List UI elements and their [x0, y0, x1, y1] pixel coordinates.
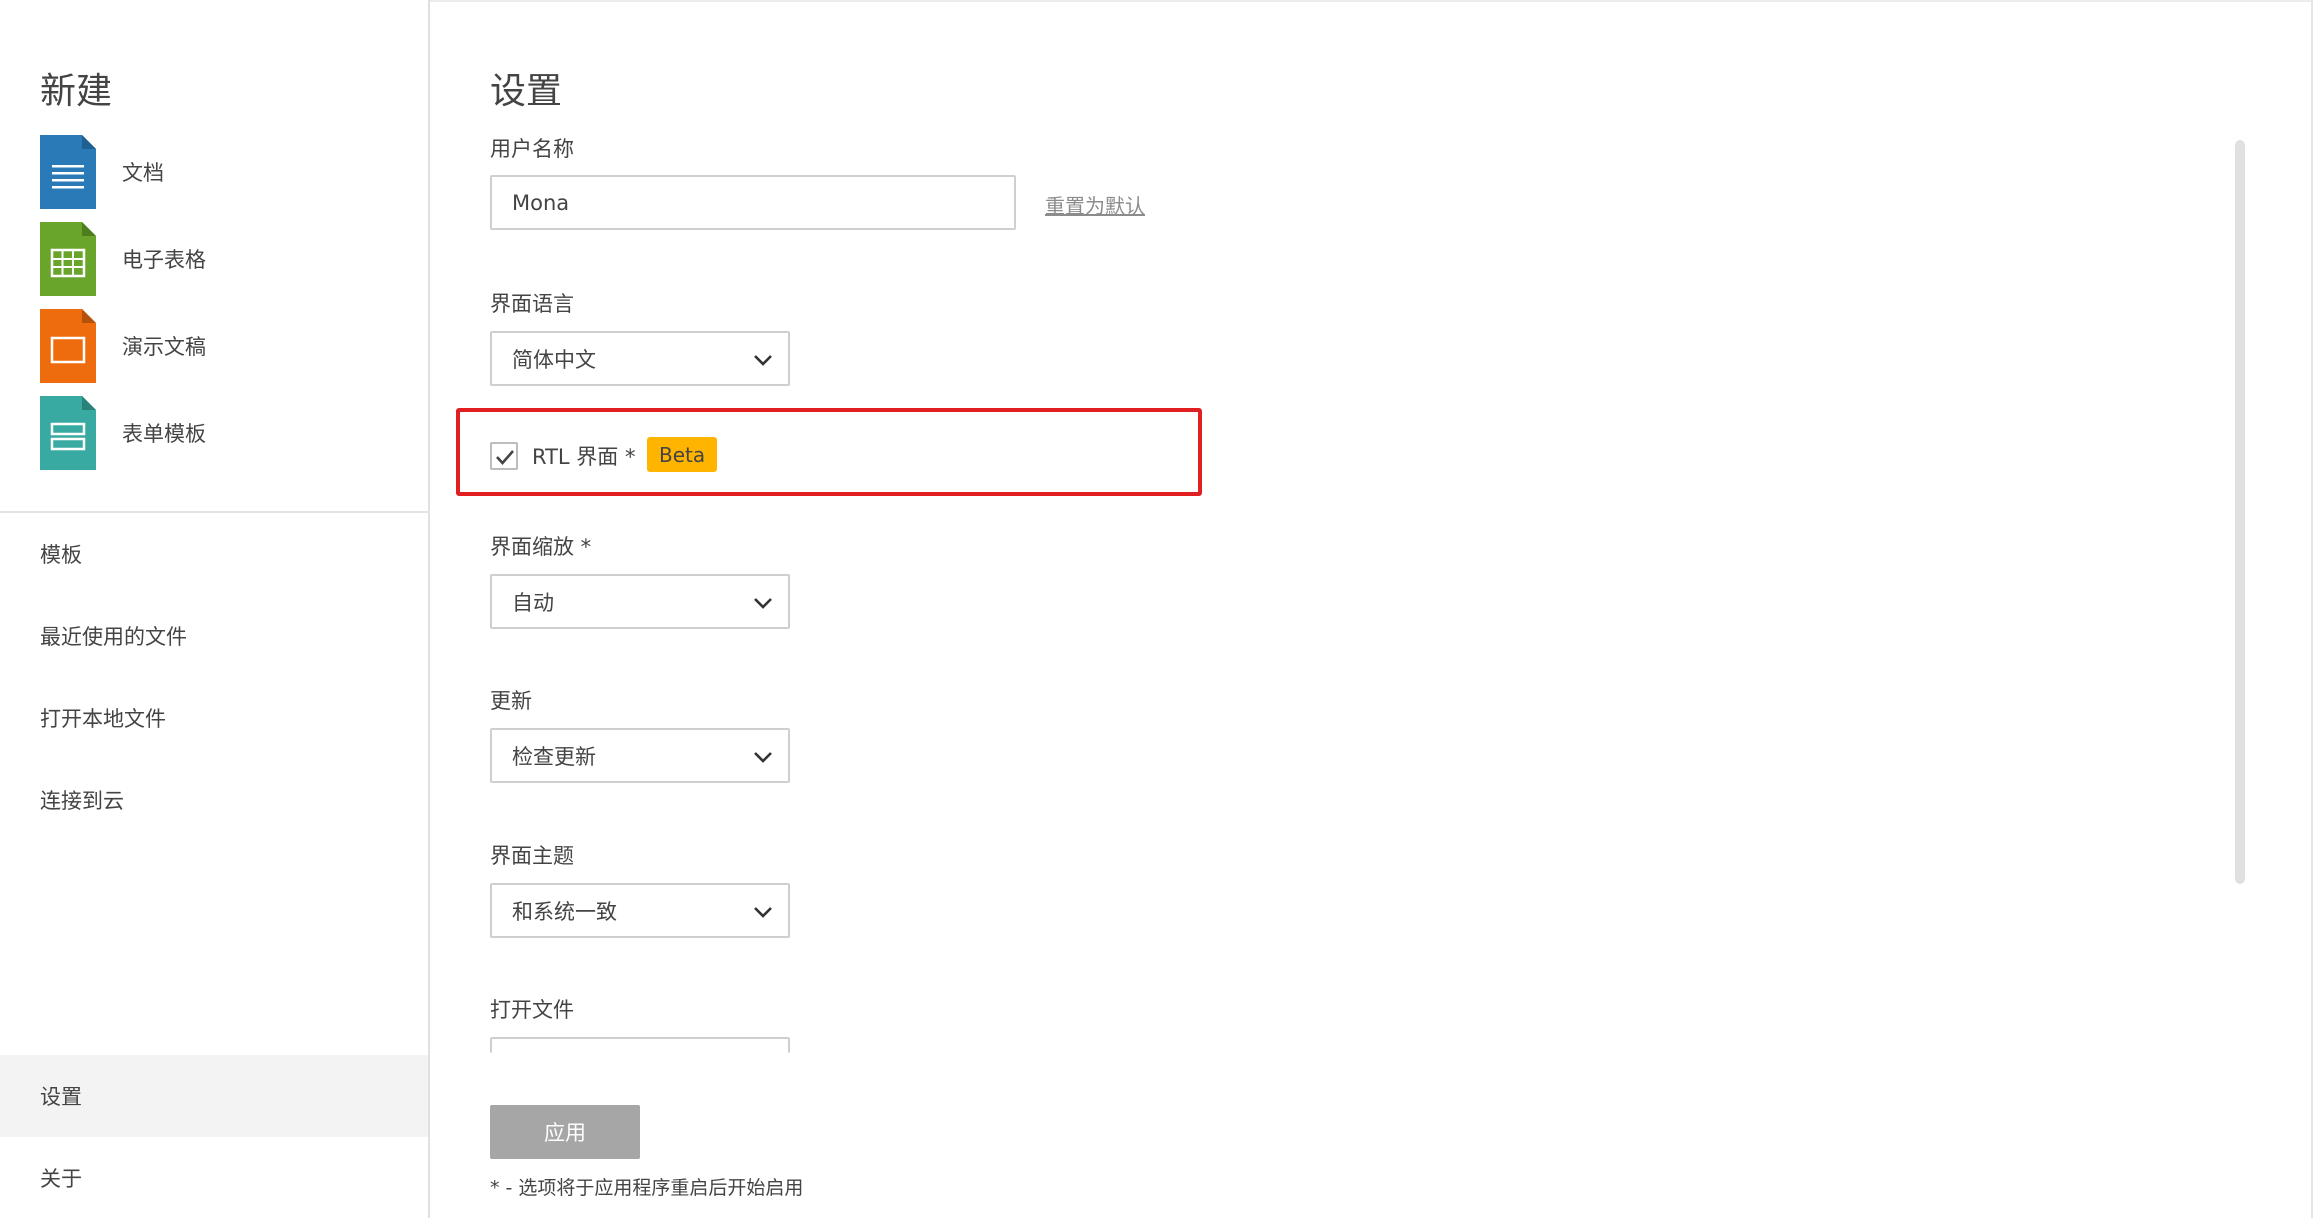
checkmark-icon — [496, 450, 514, 465]
rtl-checkbox[interactable] — [490, 442, 518, 470]
page-title: 设置 — [490, 71, 563, 112]
chevron-down-icon — [754, 752, 772, 763]
new-spreadsheet-label: 电子表格 — [122, 248, 206, 272]
language-selected-value: 简体中文 — [512, 347, 596, 372]
new-presentation-button[interactable]: 演示文稿 — [40, 309, 410, 383]
updates-select[interactable]: 检查更新 — [490, 728, 790, 783]
sidebar: 新建 文档 电子表格 演示文稿 表单模板 模板 最近使用的文件 打开本地文件 连… — [0, 0, 430, 1218]
language-label: 界面语言 — [490, 292, 574, 316]
scrollbar[interactable] — [2235, 140, 2245, 884]
username-input[interactable] — [490, 175, 1016, 230]
sidebar-item-settings[interactable]: 设置 — [0, 1055, 428, 1137]
settings-panel: 设置 用户名称 重置为默认 界面语言 简体中文 RTL 界面 * Beta 界面… — [432, 0, 2313, 1218]
new-spreadsheet-button[interactable]: 电子表格 — [40, 222, 410, 296]
username-label: 用户名称 — [490, 137, 574, 161]
chevron-down-icon — [754, 907, 772, 918]
new-document-label: 文档 — [122, 161, 164, 185]
open-file-label: 打开文件 — [490, 998, 574, 1022]
new-presentation-label: 演示文稿 — [122, 335, 206, 359]
updates-selected-value: 检查更新 — [512, 744, 596, 769]
sidebar-item-templates[interactable]: 模板 — [0, 513, 428, 595]
reset-default-link[interactable]: 重置为默认 — [1045, 190, 1145, 219]
scaling-label: 界面缩放 * — [490, 535, 592, 559]
scaling-selected-value: 自动 — [512, 590, 554, 615]
theme-selected-value: 和系统一致 — [512, 899, 617, 924]
scaling-select[interactable]: 自动 — [490, 574, 790, 629]
restart-footnote: * - 选项将于应用程序重启后开始启用 — [490, 1177, 804, 1199]
new-form-template-label: 表单模板 — [122, 422, 206, 446]
beta-badge: Beta — [647, 437, 718, 472]
theme-select[interactable]: 和系统一致 — [490, 883, 790, 938]
sidebar-item-recent-files[interactable]: 最近使用的文件 — [0, 595, 428, 677]
rtl-label: RTL 界面 * — [532, 445, 636, 469]
new-section-title: 新建 — [40, 71, 113, 112]
open-file-select[interactable] — [490, 1037, 790, 1053]
chevron-down-icon — [754, 355, 772, 366]
theme-label: 界面主题 — [490, 844, 574, 868]
sidebar-item-connect-cloud[interactable]: 连接到云 — [0, 759, 428, 841]
new-document-button[interactable]: 文档 — [40, 135, 410, 209]
language-select[interactable]: 简体中文 — [490, 331, 790, 386]
apply-button[interactable]: 应用 — [490, 1105, 640, 1159]
document-icon — [40, 135, 96, 209]
updates-label: 更新 — [490, 689, 532, 713]
sidebar-item-about[interactable]: 关于 — [0, 1137, 428, 1218]
new-form-template-button[interactable]: 表单模板 — [40, 396, 410, 470]
chevron-down-icon — [754, 598, 772, 609]
presentation-icon — [40, 309, 96, 383]
spreadsheet-icon — [40, 222, 96, 296]
sidebar-item-open-local-file[interactable]: 打开本地文件 — [0, 677, 428, 759]
form-template-icon — [40, 396, 96, 470]
